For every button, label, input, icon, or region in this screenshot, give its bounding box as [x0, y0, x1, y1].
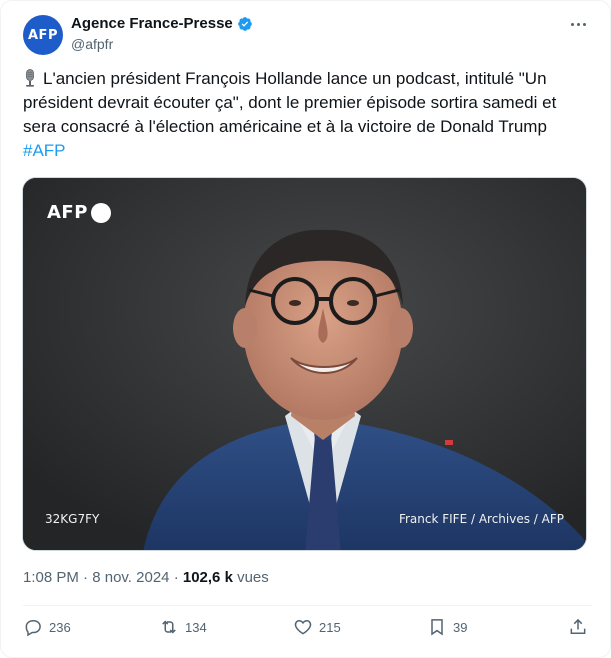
afp-logo-text: AFP: [47, 202, 88, 223]
share-icon: [570, 618, 586, 634]
meta-separator: ·: [83, 569, 89, 586]
tweet-card[interactable]: AFP Agence France-Presse @afpfr L'ancien…: [0, 0, 611, 658]
afp-watermark-logo: AFP: [47, 202, 111, 223]
share-button[interactable]: [568, 617, 588, 637]
meta-separator: ·: [173, 569, 179, 586]
retweet-count: 134: [185, 619, 207, 635]
microphone-icon: [26, 69, 34, 87]
heart-icon: [294, 619, 312, 635]
tweet-text: L'ancien président François Hollande lan…: [23, 67, 593, 163]
photo-credit: Franck FIFE / Archives / AFP: [398, 512, 564, 526]
reply-count: 236: [49, 619, 71, 635]
tweet-date[interactable]: 8 nov. 2024: [92, 569, 169, 586]
photo-reference: 32KG7FY: [45, 512, 100, 526]
portrait-illustration: [23, 178, 586, 550]
retweet-icon: [162, 620, 176, 634]
reply-button[interactable]: 236: [23, 617, 71, 637]
like-count: 215: [319, 619, 341, 635]
verified-badge-icon[interactable]: [237, 16, 253, 32]
display-name-row: Agence France-Presse: [71, 15, 253, 33]
views-count: 102,6 k: [182, 569, 233, 586]
tweet-meta: 1:08 PM · 8 nov. 2024 · 102,6 k vues: [23, 569, 269, 586]
tweet-photo[interactable]: AFP 32KG7FY Franck FIFE / Archives / AFP: [22, 177, 587, 551]
handle[interactable]: @afpfr: [71, 35, 253, 53]
afp-logo-dot: [90, 202, 111, 223]
more-options-icon[interactable]: [568, 19, 588, 29]
bookmark-icon: [431, 619, 443, 636]
author-info: Agence France-Presse @afpfr: [71, 15, 253, 53]
retweet-button[interactable]: 134: [159, 617, 207, 637]
bookmark-count: 39: [453, 619, 468, 635]
reply-icon: [25, 620, 41, 637]
divider: [23, 605, 592, 606]
tweet-body: L'ancien président François Hollande lan…: [23, 69, 557, 136]
display-name[interactable]: Agence France-Presse: [71, 15, 233, 33]
tweet-time[interactable]: 1:08 PM: [23, 569, 79, 586]
like-button[interactable]: 215: [293, 617, 341, 637]
bookmark-button[interactable]: 39: [427, 617, 467, 637]
hashtag-link[interactable]: #AFP: [23, 139, 593, 163]
avatar[interactable]: AFP: [23, 15, 63, 55]
views-label: vues: [237, 569, 269, 586]
action-bar: 236 134 215 39: [23, 617, 592, 643]
tweet-header: AFP Agence France-Presse @afpfr: [23, 15, 592, 55]
